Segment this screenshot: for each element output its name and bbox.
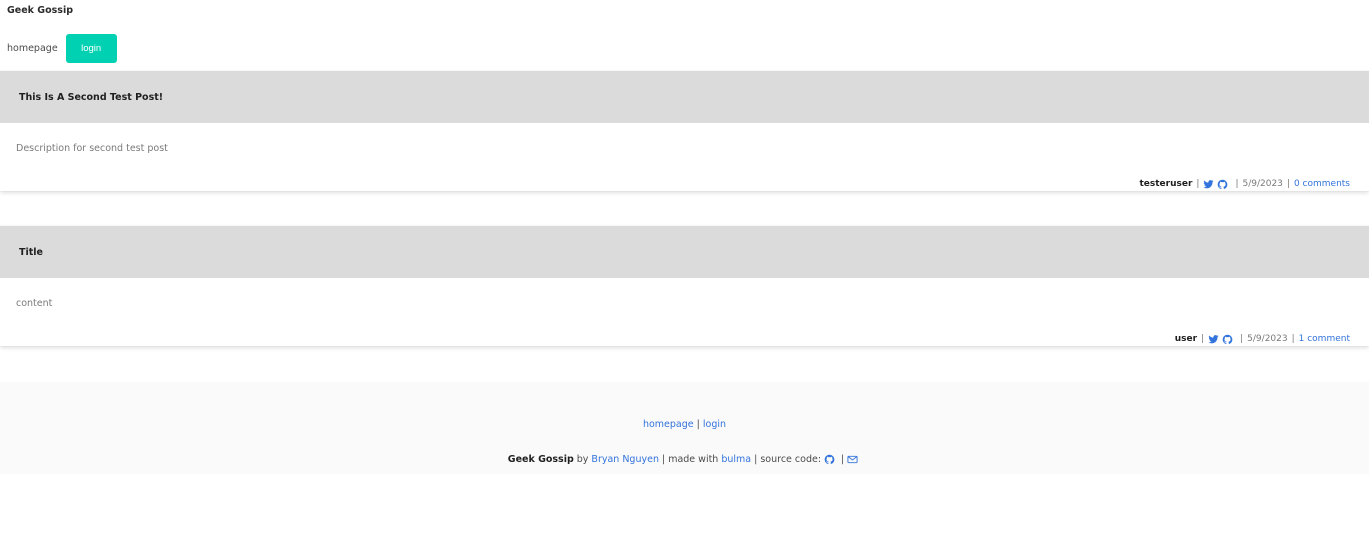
footer-framework-link[interactable]: bulma <box>721 454 751 465</box>
email-icon[interactable] <box>847 454 858 465</box>
top-nav: homepage login <box>7 34 117 63</box>
footer-author-link[interactable]: Bryan Nguyen <box>591 454 659 465</box>
footer-login-link[interactable]: login <box>703 419 726 430</box>
post-date: 5/9/2023 <box>1247 334 1288 344</box>
twitter-icon[interactable] <box>1208 334 1219 345</box>
nav-homepage-link[interactable]: homepage <box>7 43 58 54</box>
footer-credit: Geek Gossip by Bryan Nguyen | made with … <box>0 454 1369 465</box>
login-button[interactable]: login <box>65 34 117 63</box>
post-comments-link[interactable]: 0 comments <box>1294 179 1350 189</box>
post-meta: testeruser | | 5/9/2023 | 0 comments <box>1139 178 1350 190</box>
post-comments-link[interactable]: 1 comment <box>1299 334 1350 344</box>
post-author[interactable]: user <box>1175 334 1197 344</box>
footer-homepage-link[interactable]: homepage <box>643 419 694 430</box>
post-card: This Is A Second Test Post! Description … <box>0 71 1369 191</box>
github-icon[interactable] <box>1222 334 1233 345</box>
meta-separator: | <box>1240 334 1244 344</box>
github-icon[interactable] <box>824 454 835 465</box>
post-description: Description for second test post <box>16 143 168 154</box>
post-date: 5/9/2023 <box>1242 179 1283 189</box>
footer-icon-separator: | <box>841 454 845 465</box>
site-title: Geek Gossip <box>7 5 73 16</box>
footer: homepage | login Geek Gossip by Bryan Ng… <box>0 382 1369 474</box>
post-card: Title content user | | 5/9/2023 | 1 comm… <box>0 226 1369 346</box>
footer-brand: Geek Gossip <box>507 454 574 465</box>
meta-separator: | <box>1235 179 1239 189</box>
meta-separator: | <box>1201 334 1205 344</box>
post-title[interactable]: Title <box>0 226 1369 278</box>
post-author[interactable]: testeruser <box>1139 179 1192 189</box>
footer-source-code-text: | source code: <box>754 454 822 465</box>
post-meta: user | | 5/9/2023 | 1 comment <box>1175 333 1350 345</box>
meta-separator: | <box>1196 179 1200 189</box>
post-title[interactable]: This Is A Second Test Post! <box>0 71 1369 123</box>
meta-separator: | <box>1286 179 1290 189</box>
post-description: content <box>16 298 53 309</box>
footer-links: homepage | login <box>0 419 1369 430</box>
footer-link-separator: | <box>696 419 700 430</box>
footer-made-with-text: | made with <box>661 454 719 465</box>
footer-by-text: by <box>576 454 589 465</box>
meta-separator: | <box>1291 334 1295 344</box>
twitter-icon[interactable] <box>1203 179 1214 190</box>
github-icon[interactable] <box>1217 179 1228 190</box>
